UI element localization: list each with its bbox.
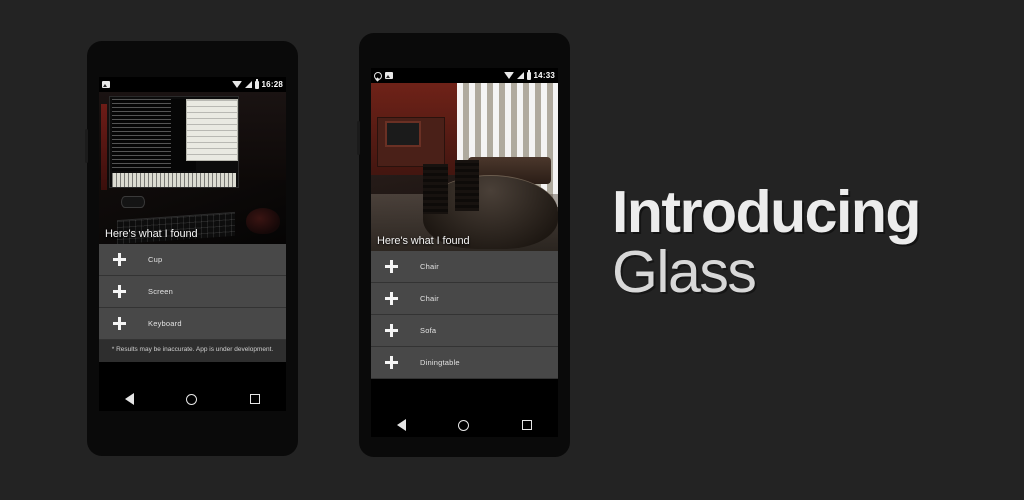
battery-icon (526, 70, 531, 80)
promo-banner: 16:28 Here's what I found Cup Screen Key… (0, 0, 1024, 500)
status-bar-clock: 16:28 (261, 80, 283, 89)
home-icon[interactable] (186, 393, 198, 405)
results-list-left: Cup Screen Keyboard * Results may be ina… (99, 244, 286, 363)
result-row[interactable]: Chair (371, 283, 558, 315)
result-row[interactable]: Cup (99, 244, 286, 276)
result-label: Diningtable (420, 358, 460, 367)
photo-caption-left: Here's what I found (105, 228, 198, 240)
plus-icon[interactable] (113, 253, 126, 266)
photo-terminal-window (112, 99, 196, 171)
plus-icon[interactable] (385, 260, 398, 273)
wifi-icon (231, 81, 242, 88)
photo-red-strip (101, 104, 107, 190)
back-icon[interactable] (125, 393, 135, 405)
result-label: Chair (420, 262, 439, 271)
plus-icon[interactable] (385, 356, 398, 369)
android-nav-bar-right (371, 413, 558, 437)
result-label: Cup (148, 255, 163, 264)
results-list-right: Chair Chair Sofa Diningtable (371, 251, 558, 379)
image-icon (385, 72, 393, 79)
status-bar-right-icons: 16:28 (231, 79, 283, 89)
photo-cup (121, 196, 145, 208)
plus-icon[interactable] (113, 285, 126, 298)
recents-icon[interactable] (249, 394, 260, 404)
result-label: Screen (148, 287, 173, 296)
phone-mockup-left: 16:28 Here's what I found Cup Screen Key… (85, 41, 298, 456)
result-row[interactable]: Screen (99, 276, 286, 308)
power-button-right[interactable] (357, 121, 360, 155)
results-disclaimer: * Results may be inaccurate. App is unde… (99, 340, 286, 363)
signal-icon (244, 81, 252, 88)
phone-screen-right: 14:33 Here's what I found Chair Chair So… (371, 68, 558, 413)
photo-tv (385, 121, 421, 147)
status-bar-clock: 14:33 (533, 71, 555, 80)
result-label: Keyboard (148, 319, 182, 328)
result-label: Sofa (420, 326, 437, 335)
photo-app-window (186, 99, 238, 161)
recents-icon[interactable] (521, 420, 532, 430)
signal-icon (516, 72, 524, 79)
status-bar-right: 14:33 (371, 68, 558, 83)
status-bar-left-icons (374, 71, 393, 80)
result-label: Chair (420, 294, 439, 303)
photo-desk-scene (99, 92, 286, 244)
plus-icon[interactable] (113, 317, 126, 330)
headline-line-2: Glass (612, 239, 757, 306)
captured-photo-right: Here's what I found (371, 83, 558, 251)
power-button-left[interactable] (85, 129, 88, 163)
photo-mouse (246, 208, 280, 234)
photo-dining-room-scene (371, 83, 558, 251)
plus-icon[interactable] (385, 292, 398, 305)
photo-caption-right: Here's what I found (377, 235, 470, 247)
plus-icon[interactable] (385, 324, 398, 337)
captured-photo-left: Here's what I found (99, 92, 286, 244)
phone-mockup-right: 14:33 Here's what I found Chair Chair So… (357, 33, 570, 457)
promo-headline: Introducing Glass (612, 179, 921, 306)
result-row[interactable]: Sofa (371, 315, 558, 347)
headline-line-1: Introducing (612, 179, 921, 245)
status-bar-right-icons: 14:33 (503, 70, 555, 80)
android-nav-bar-left (99, 387, 286, 411)
photo-chair (455, 160, 480, 211)
status-bar-left-icons (102, 81, 110, 88)
battery-icon (254, 79, 259, 89)
phone-screen-left: 16:28 Here's what I found Cup Screen Key… (99, 77, 286, 387)
wifi-icon (503, 72, 514, 79)
photo-monitor (109, 96, 239, 188)
photo-bottom-window (112, 173, 236, 187)
result-row[interactable]: Chair (371, 251, 558, 283)
back-icon[interactable] (397, 419, 407, 431)
whatsapp-icon (374, 71, 382, 80)
status-bar-left: 16:28 (99, 77, 286, 92)
result-row[interactable]: Keyboard (99, 308, 286, 340)
image-icon (102, 81, 110, 88)
home-icon[interactable] (458, 419, 470, 431)
photo-chair (423, 163, 448, 215)
result-row[interactable]: Diningtable (371, 347, 558, 379)
